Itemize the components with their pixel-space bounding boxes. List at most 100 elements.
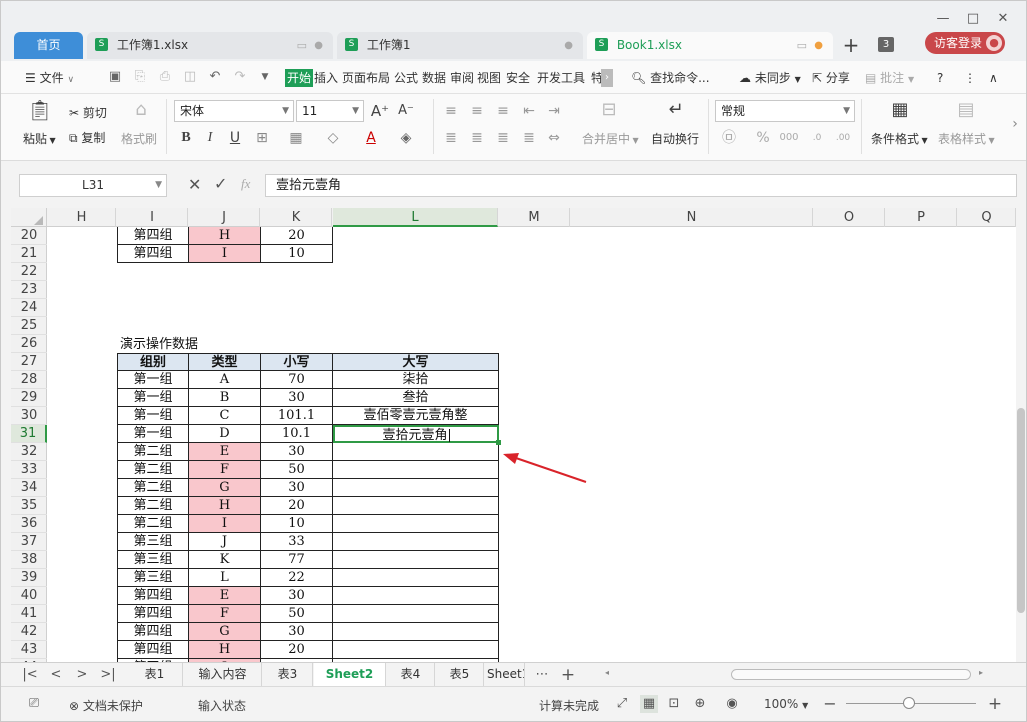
font-size-select[interactable]: 11 ▼ [296,100,364,122]
table-cell-type[interactable]: J [189,533,261,551]
sheet-tab[interactable]: Sheet1 [485,663,525,686]
increase-decimal-icon[interactable]: .0 [807,128,827,148]
align-right-icon[interactable]: ≣ [493,128,513,148]
row-header[interactable]: 42 [11,623,47,641]
tab-close-icon[interactable]: ● [564,32,573,59]
cut-button[interactable]: ✂ 剪切 [69,104,107,121]
align-left-icon[interactable]: ≣ [441,128,461,148]
name-box[interactable]: L31 ▼ [19,174,167,197]
row-header[interactable]: 22 [11,263,47,281]
quick-access-more-icon[interactable]: ▼ [256,68,274,86]
row-header[interactable]: 41 [11,605,47,623]
table-cell-big[interactable] [333,641,499,659]
menu-tab-data[interactable]: 数据 [422,69,446,87]
table-cell-group[interactable]: 第二组 [117,497,189,515]
share-button[interactable]: ⇱ 分享 [812,69,850,87]
table-cell-big[interactable] [333,497,499,515]
menu-tab-page-layout[interactable]: 页面布局 [342,69,390,87]
thousands-icon[interactable]: 000 [779,128,799,148]
insert-function-icon[interactable]: fx [241,176,250,192]
menu-tab-formulas[interactable]: 公式 [394,69,418,87]
column-header-o[interactable]: O [814,208,885,227]
sheet-tab[interactable]: 表5 [436,663,484,686]
command-search[interactable]: 🔍︎ 查找命令... [631,69,710,87]
table-cell-group[interactable]: 第二组 [117,479,189,497]
increase-font-icon[interactable]: A⁺ [370,101,390,121]
prev-sheet-icon[interactable]: < [47,665,65,685]
table-cell-type[interactable]: A [189,371,261,389]
horizontal-scrollbar[interactable]: ◂ ▸ [605,668,983,680]
vertical-scrollbar[interactable] [1016,208,1026,662]
row-header[interactable]: 34 [11,479,47,497]
table-cell-small[interactable]: 30 [261,623,333,641]
table-style-icon[interactable]: ▤ [953,100,979,124]
row-header-active[interactable]: 31 [11,425,47,443]
sheet-tab[interactable]: 表1 [127,663,183,686]
table-title[interactable]: 演示操作数据 [120,335,198,353]
export-pdf-icon[interactable]: ⎘ [131,68,149,86]
fill-color-icon[interactable]: ◇ [323,128,343,148]
cell-k20[interactable]: 20 [261,227,333,245]
borders-icon[interactable]: ⊞ [252,128,272,148]
menu-tab-insert[interactable]: 插入 [314,69,338,87]
guest-login-button[interactable]: 访客登录 ● [925,32,1005,54]
distributed-icon[interactable]: ⇔ [544,128,564,148]
row-header[interactable]: 21 [11,245,47,263]
column-header-h[interactable]: H [48,208,116,227]
row-header[interactable]: 33 [11,461,47,479]
more-options-icon[interactable]: ⋮ [964,69,976,87]
table-cell-small[interactable]: 22 [261,569,333,587]
wrap-text-icon[interactable]: ↵ [663,100,689,124]
table-cell-small[interactable]: 101.1 [261,407,333,425]
menu-tab-developer[interactable]: 开发工具 [537,69,585,87]
table-cell-group[interactable]: 第四组 [117,587,189,605]
cell-i20[interactable]: 第四组 [117,227,189,245]
spreadsheet-grid[interactable]: H I J K L M N O P Q 20 21 22 23 24 25 26… [11,208,1016,662]
print-preview-icon[interactable]: ◫ [181,68,199,86]
cell-k21[interactable]: 10 [261,245,333,263]
decrease-decimal-icon[interactable]: .00 [833,128,853,148]
cell-style-icon[interactable]: ▦ [286,128,306,148]
scroll-right-icon[interactable]: ▸ [979,668,983,677]
paste-icon[interactable]: 📋︎ [27,100,53,126]
row-header[interactable]: 26 [11,335,47,353]
merge-cells-icon[interactable]: ⊟ [596,100,622,124]
table-cell-type[interactable]: G [189,479,261,497]
eye-protect-icon[interactable]: ◉ [723,695,741,713]
vertical-scroll-thumb[interactable] [1017,408,1025,613]
align-middle-icon[interactable]: ≡ [467,101,487,121]
redo-icon[interactable]: ↷ [231,68,249,86]
file-menu-button[interactable]: ☰ 文件 ∨ [25,69,74,87]
close-window-button[interactable]: ✕ [993,11,1013,27]
formula-input[interactable]: 壹拾元壹角 [265,174,1017,197]
format-painter-label[interactable]: 格式刷 [121,130,157,147]
first-sheet-icon[interactable]: |< [21,665,39,685]
table-cell-type[interactable]: E [189,587,261,605]
table-cell-big[interactable] [333,587,499,605]
table-cell-small[interactable]: 10 [261,515,333,533]
column-header-k[interactable]: K [261,208,332,227]
unsaved-dot-icon[interactable]: ● [814,32,823,59]
sync-button[interactable]: ☁ 未同步 ▼ [739,69,801,87]
table-cell-small[interactable]: 50 [261,461,333,479]
justify-icon[interactable]: ≣ [519,128,539,148]
column-header-j[interactable]: J [189,208,260,227]
menu-scroll-right-icon[interactable]: › [601,69,613,87]
menu-tab-home[interactable]: 开始 [285,69,314,87]
maximize-button[interactable]: □ [963,11,983,27]
row-header[interactable]: 27 [11,353,47,371]
table-cell-type[interactable]: C [189,407,261,425]
table-header-type[interactable]: 类型 [189,353,261,371]
table-cell-big[interactable]: 柒拾 [333,371,499,389]
font-name-select[interactable]: 宋体 ▼ [174,100,294,122]
underline-icon[interactable]: U [225,128,245,148]
table-cell-small[interactable]: 50 [261,605,333,623]
table-cell-big[interactable] [333,605,499,623]
table-cell-group[interactable]: 第一组 [117,407,189,425]
table-cell-group[interactable]: 第三组 [117,569,189,587]
menu-tab-review[interactable]: 审阅 [450,69,474,87]
align-center-icon[interactable]: ≣ [467,128,487,148]
row-header[interactable]: 24 [11,299,47,317]
table-cell-big[interactable]: 叁拾 [333,389,499,407]
table-cell-group[interactable]: 第四组 [117,641,189,659]
